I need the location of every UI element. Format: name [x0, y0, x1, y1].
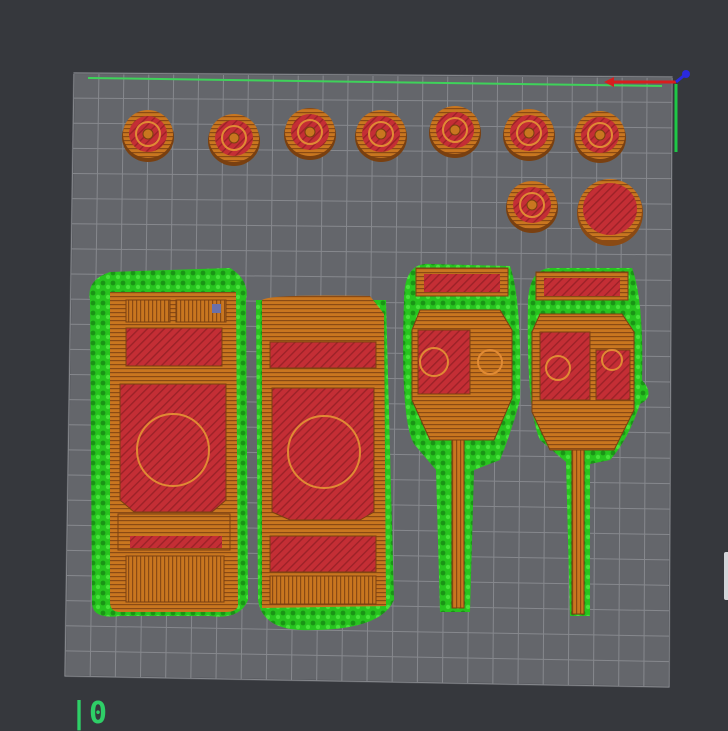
hull-part-left[interactable]: [110, 292, 238, 612]
hull-part-middle[interactable]: [262, 295, 386, 609]
side-panel-handle[interactable]: [724, 552, 728, 600]
wheel-part[interactable]: [503, 109, 555, 161]
slicer-3d-viewport[interactable]: [0, 0, 728, 728]
wheel-part[interactable]: [355, 110, 407, 162]
wheel-part[interactable]: [122, 110, 174, 162]
disc-part[interactable]: [577, 179, 643, 246]
wheel-part[interactable]: [506, 181, 558, 233]
wheel-part[interactable]: [208, 114, 260, 166]
wheel-part[interactable]: [284, 108, 336, 160]
layer-number-label: |0: [70, 696, 109, 731]
wheel-part[interactable]: [429, 106, 481, 158]
wheel-part[interactable]: [574, 111, 626, 163]
